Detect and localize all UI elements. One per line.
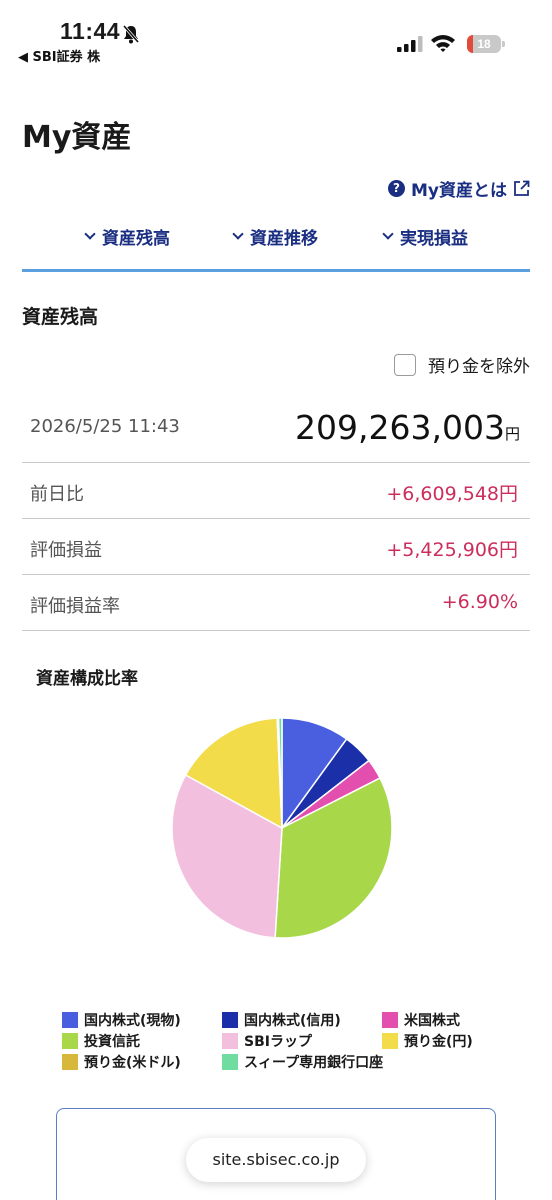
wifi-icon <box>431 35 455 52</box>
legend-item: 投資信託 <box>62 1031 140 1051</box>
legend-swatch <box>62 1054 78 1070</box>
legend-swatch <box>62 1033 78 1049</box>
legend-item: 米国株式 <box>382 1010 460 1030</box>
summary-row-unrealized-pl: 評価損益 +5,425,906円 <box>22 519 530 575</box>
legend-item: 預り金(米ドル) <box>62 1052 181 1072</box>
summary-row-day-change: 前日比 +6,609,548円 <box>22 463 530 519</box>
total-asset-value: 209,263,003円 <box>295 408 520 447</box>
help-link[interactable]: ? My資産とは <box>388 176 530 201</box>
signal-icon <box>397 36 423 52</box>
tab-asset-trend[interactable]: 資産推移 <box>232 224 318 249</box>
legend-label: SBIラップ <box>244 1034 312 1050</box>
legend-swatch <box>62 1012 78 1028</box>
tab-asset-balance[interactable]: 資産残高 <box>84 224 170 249</box>
row-value: +6.90% <box>441 591 518 613</box>
legend-label: 国内株式(信用) <box>244 1013 341 1029</box>
chevron-down-icon <box>382 228 394 240</box>
legend-swatch <box>222 1054 238 1070</box>
total-amount: 209,263,003 <box>295 408 505 447</box>
as-of-date: 2026/5/25 11:43 <box>30 416 180 437</box>
status-bar: 11:44 ◀ SBI証券 株 18 <box>0 0 552 70</box>
tab-label: 資産残高 <box>102 229 170 249</box>
asset-summary: 2026/5/25 11:43 209,263,003円 前日比 +6,609,… <box>22 400 530 631</box>
row-label: 前日比 <box>30 484 84 505</box>
external-link-icon <box>514 180 530 196</box>
row-value: +5,425,906円 <box>386 539 518 561</box>
legend-label: 預り金(円) <box>404 1034 473 1050</box>
legend-label: 預り金(米ドル) <box>84 1055 181 1071</box>
legend-swatch <box>222 1033 238 1049</box>
row-value: +6,609,548円 <box>386 483 518 505</box>
legend-label: スィープ専用銀行口座 <box>244 1055 384 1071</box>
legend-item: スィープ専用銀行口座 <box>222 1052 383 1072</box>
summary-row-unrealized-pl-rate: 評価損益率 +6.90% <box>22 575 530 631</box>
legend-swatch <box>382 1033 398 1049</box>
clock: 11:44 <box>60 18 121 44</box>
legend-item: 預り金(円) <box>382 1031 473 1051</box>
legend-swatch <box>382 1012 398 1028</box>
tab-realized-pl[interactable]: 実現損益 <box>382 224 468 249</box>
row-label: 評価損益 <box>30 540 102 561</box>
exclude-deposit-label: 預り金を除外 <box>428 357 530 377</box>
battery-tip <box>502 41 505 47</box>
legend-item: 国内株式(現物) <box>62 1010 181 1030</box>
page-title: My資産 <box>22 120 132 155</box>
back-to-app-link[interactable]: ◀ SBI証券 株 <box>18 46 100 65</box>
total-unit: 円 <box>504 425 520 443</box>
url-bar[interactable]: site.sbisec.co.jp <box>186 1138 366 1182</box>
exclude-deposit-checkbox[interactable] <box>394 353 416 376</box>
legend-item: SBIラップ <box>222 1031 312 1051</box>
legend-label: 投資信託 <box>84 1034 140 1050</box>
asset-composition-pie-chart <box>171 717 393 939</box>
row-label: 評価損益率 <box>30 596 120 617</box>
chart-title: 資産構成比率 <box>36 669 138 689</box>
battery-icon: 18 <box>467 35 501 53</box>
tab-label: 資産推移 <box>250 229 318 249</box>
exclude-deposit-toggle[interactable]: 預り金を除外 <box>394 352 530 377</box>
section-tabs: 資産残高 資産推移 実現損益 <box>22 218 530 272</box>
tab-label: 実現損益 <box>400 229 468 249</box>
section-title: 資産残高 <box>22 306 99 328</box>
legend-label: 国内株式(現物) <box>84 1013 181 1029</box>
legend-swatch <box>222 1012 238 1028</box>
legend-item: 国内株式(信用) <box>222 1010 341 1030</box>
total-row: 2026/5/25 11:43 209,263,003円 <box>22 400 530 463</box>
battery-percent: 18 <box>477 37 491 51</box>
legend-label: 米国株式 <box>404 1013 460 1029</box>
chevron-down-icon <box>84 228 96 240</box>
chevron-down-icon <box>232 228 244 240</box>
bell-muted-icon <box>122 25 140 44</box>
question-icon: ? <box>388 180 405 197</box>
help-link-label: My資産とは <box>411 181 507 201</box>
